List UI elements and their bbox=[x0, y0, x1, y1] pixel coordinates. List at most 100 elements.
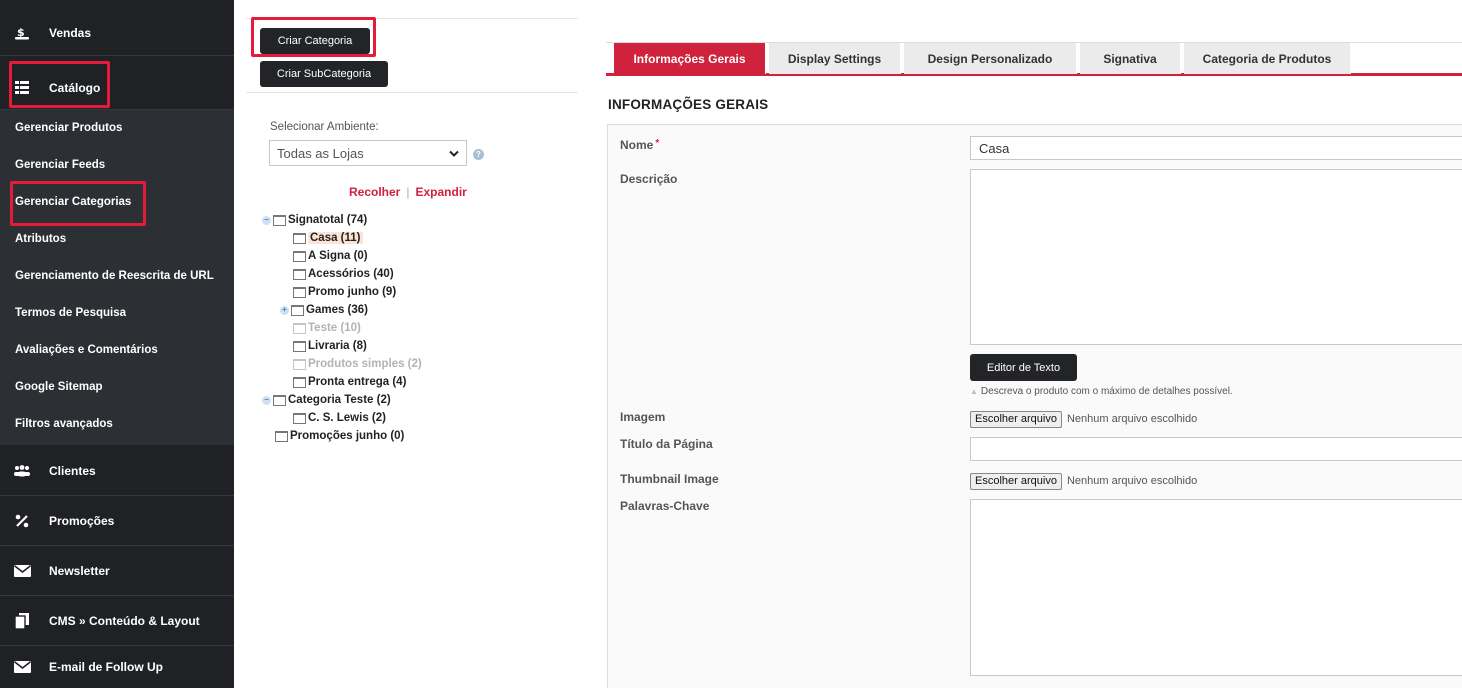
expand-link[interactable]: Expandir bbox=[415, 185, 466, 199]
keywords-textarea[interactable] bbox=[970, 499, 1462, 676]
thumbnail-label: Thumbnail Image bbox=[620, 472, 719, 486]
nav-label: CMS » Conteúdo & Layout bbox=[49, 613, 200, 628]
thumbnail-file-input: Escolher arquivo Nenhum arquivo escolhid… bbox=[970, 472, 1197, 490]
tree-node-label: Pronta entrega (4) bbox=[308, 376, 407, 388]
nav-filtros-avancados[interactable]: Filtros avançados bbox=[0, 406, 234, 442]
tree-node-label: Games (36) bbox=[306, 304, 369, 316]
collapse-icon[interactable]: − bbox=[262, 395, 271, 405]
help-icon[interactable]: ? bbox=[473, 149, 484, 160]
tab-informacoes-gerais[interactable]: Informações Gerais bbox=[614, 43, 766, 74]
nav-reescrita-url[interactable]: Gerenciamento de Reescrita de URL bbox=[0, 258, 234, 294]
tree-node-label: Acessórios (40) bbox=[308, 268, 394, 280]
collapse-link[interactable]: Recolher bbox=[349, 185, 400, 199]
nav-newsletter[interactable]: Newsletter bbox=[0, 546, 234, 596]
nav-label: Avaliações e Comentários bbox=[15, 344, 158, 356]
nav-promocoes[interactable]: Promoções bbox=[0, 496, 234, 546]
tree-node-label: A Signa (0) bbox=[308, 250, 368, 262]
hint-text: Descreva o produto com o máximo de detal… bbox=[980, 386, 1233, 397]
nav-follow-up[interactable]: E-mail de Follow Up bbox=[0, 646, 234, 688]
hint-marker: ▲ bbox=[970, 387, 978, 396]
thumbnail-choose-file-button[interactable]: Escolher arquivo bbox=[970, 472, 1062, 490]
tree-node-label: Teste (10) bbox=[308, 322, 361, 334]
envelope-icon bbox=[13, 661, 31, 673]
folder-icon bbox=[273, 394, 286, 406]
nav-label: Gerenciar Feeds bbox=[15, 159, 106, 171]
nav-atributos[interactable]: Atributos bbox=[0, 221, 234, 257]
nav-gerenciar-categorias[interactable]: Gerenciar Categorias bbox=[0, 184, 234, 220]
nav-label: Gerenciar Categorias bbox=[15, 196, 132, 208]
image-choose-file-button[interactable]: Escolher arquivo bbox=[970, 410, 1062, 428]
store-label: Selecionar Ambiente: bbox=[270, 121, 379, 133]
tab-categoria-produtos[interactable]: Categoria de Produtos bbox=[1184, 43, 1351, 74]
folder-icon bbox=[293, 376, 306, 388]
nav-catalogo[interactable]: Catálogo bbox=[0, 66, 234, 110]
tree-node-a-signa[interactable]: A Signa (0) bbox=[293, 248, 368, 264]
description-label: Descrição bbox=[620, 172, 678, 186]
tree-node-acessorios[interactable]: Acessórios (40) bbox=[293, 266, 394, 282]
nav-label: Vendas bbox=[49, 25, 92, 40]
tree-node-produtos-simples[interactable]: Produtos simples (2) bbox=[293, 356, 422, 372]
tab-display-settings[interactable]: Display Settings bbox=[769, 43, 901, 74]
create-category-button[interactable]: Criar Categoria bbox=[260, 28, 370, 54]
description-textarea[interactable] bbox=[970, 169, 1462, 345]
tree-controls: Recolher | Expandir bbox=[349, 185, 467, 199]
catalog-submenu: Gerenciar Produtos Gerenciar Feeds Geren… bbox=[0, 110, 234, 445]
image-no-file-text: Nenhum arquivo escolhido bbox=[1066, 413, 1198, 425]
tab-bar: Informações Gerais Display Settings Desi… bbox=[606, 42, 1462, 76]
chevron-down-icon bbox=[449, 146, 459, 162]
link-separator: | bbox=[406, 185, 410, 199]
tree-node-signatotal[interactable]: − Signatotal (74) bbox=[262, 212, 367, 228]
tree-node-categoria-teste[interactable]: − Categoria Teste (2) bbox=[262, 392, 391, 408]
tab-signativa[interactable]: Signativa bbox=[1080, 43, 1181, 74]
nav-google-sitemap[interactable]: Google Sitemap bbox=[0, 369, 234, 405]
folder-icon bbox=[293, 358, 306, 370]
nav-label: Termos de Pesquisa bbox=[15, 307, 126, 319]
tab-design-personalizado[interactable]: Design Personalizado bbox=[904, 43, 1077, 74]
nav-gerenciar-feeds[interactable]: Gerenciar Feeds bbox=[0, 147, 234, 183]
name-label-text: Nome bbox=[620, 138, 654, 152]
divider bbox=[246, 92, 578, 93]
envelope-icon bbox=[13, 564, 31, 577]
text-editor-button[interactable]: Editor de Texto bbox=[970, 354, 1077, 381]
tree-node-label: Casa (11) bbox=[308, 232, 363, 244]
folder-icon bbox=[293, 340, 306, 352]
nav-avaliacoes[interactable]: Avaliações e Comentários bbox=[0, 332, 234, 368]
folder-icon bbox=[293, 232, 306, 244]
nav-label: Catálogo bbox=[49, 80, 101, 95]
page-title-input[interactable] bbox=[970, 437, 1462, 461]
page-title-label: Título da Página bbox=[620, 437, 713, 451]
nav-label: Newsletter bbox=[49, 563, 110, 578]
tree-node-label: Produtos simples (2) bbox=[308, 358, 422, 370]
expand-icon[interactable]: + bbox=[280, 305, 289, 315]
divider bbox=[246, 18, 578, 19]
create-subcategory-button[interactable]: Criar SubCategoria bbox=[260, 61, 388, 87]
tree-node-promo-junho[interactable]: Promo junho (9) bbox=[293, 284, 396, 300]
nav-clientes[interactable]: Clientes bbox=[0, 446, 234, 496]
tree-node-promocoes-junho[interactable]: Promoções junho (0) bbox=[275, 428, 404, 444]
tree-node-games[interactable]: + Games (36) bbox=[280, 302, 368, 318]
collapse-icon[interactable]: − bbox=[262, 215, 271, 225]
description-hint: ▲ Descreva o produto com o máximo de deta… bbox=[970, 386, 1233, 397]
tree-node-pronta-entrega[interactable]: Pronta entrega (4) bbox=[293, 374, 406, 390]
keywords-label: Palavras-Chave bbox=[620, 499, 710, 513]
page-icon bbox=[13, 612, 31, 629]
name-input[interactable]: Casa bbox=[970, 136, 1462, 160]
tree-node-livraria[interactable]: Livraria (8) bbox=[293, 338, 367, 354]
store-select-value: Todas as Lojas bbox=[277, 145, 364, 161]
percent-icon bbox=[13, 514, 31, 528]
folder-icon bbox=[291, 304, 304, 316]
image-label: Imagem bbox=[620, 410, 666, 424]
store-select[interactable]: Todas as Lojas bbox=[269, 140, 467, 166]
folder-icon bbox=[293, 286, 306, 298]
nav-vendas[interactable]: $ Vendas bbox=[0, 10, 234, 56]
section-title: INFORMAÇÕES GERAIS bbox=[608, 97, 769, 112]
nav-cms[interactable]: CMS » Conteúdo & Layout bbox=[0, 596, 234, 646]
nav-termos-pesquisa[interactable]: Termos de Pesquisa bbox=[0, 295, 234, 331]
nav-gerenciar-produtos[interactable]: Gerenciar Produtos bbox=[0, 110, 234, 146]
tree-node-casa[interactable]: Casa (11) bbox=[293, 230, 363, 246]
sidebar: $ Vendas Catálogo Gerenciar Produtos Ger… bbox=[0, 0, 234, 688]
grid-icon bbox=[13, 81, 31, 94]
tree-node-teste[interactable]: Teste (10) bbox=[293, 320, 361, 336]
nav-label: Promoções bbox=[49, 513, 115, 528]
tree-node-cs-lewis[interactable]: C. S. Lewis (2) bbox=[293, 410, 386, 426]
